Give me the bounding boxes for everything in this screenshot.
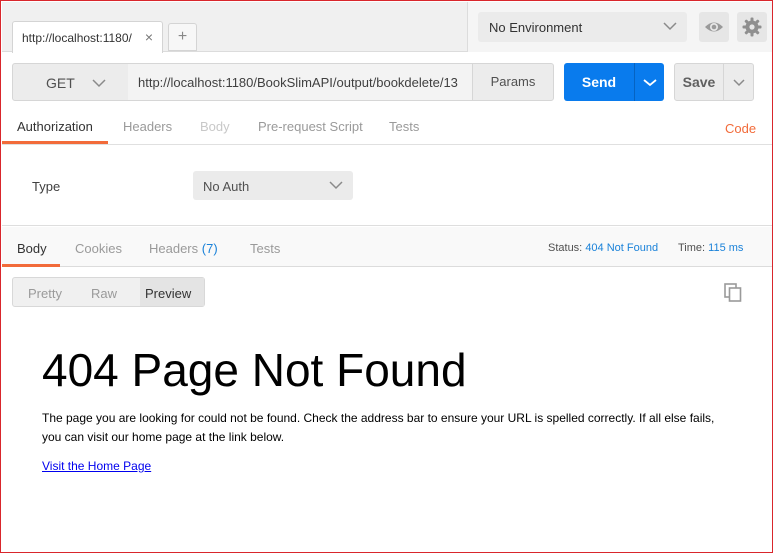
- tab-authorization[interactable]: Authorization: [17, 119, 93, 134]
- request-tabs: Authorization Headers Body Pre-request S…: [2, 109, 772, 145]
- tab-response-tests[interactable]: Tests: [250, 241, 280, 256]
- tab-bar: http://localhost:1180/ × + No Environmen…: [2, 2, 772, 53]
- request-tab[interactable]: http://localhost:1180/ ×: [12, 21, 163, 53]
- save-button[interactable]: Save: [674, 63, 724, 101]
- status-value: 404 Not Found: [585, 242, 659, 254]
- tab-pre-request-script[interactable]: Pre-request Script: [258, 119, 363, 134]
- gear-icon: [742, 17, 762, 37]
- view-mode-toggle: Pretty Raw Preview: [12, 277, 205, 307]
- close-icon[interactable]: ×: [145, 29, 153, 45]
- manage-environments-button[interactable]: [737, 12, 767, 42]
- active-response-tab-indicator: [2, 264, 60, 267]
- tab-response-body[interactable]: Body: [17, 241, 47, 256]
- response-headers-count: (7): [201, 241, 218, 256]
- app-window: http://localhost:1180/ × + No Environmen…: [0, 0, 773, 553]
- chevron-down-icon: [329, 181, 343, 190]
- copy-icon[interactable]: [724, 283, 743, 302]
- home-page-link[interactable]: Visit the Home Page: [42, 459, 151, 473]
- method-select[interactable]: GET: [12, 63, 129, 101]
- send-options-button[interactable]: [634, 63, 664, 101]
- eye-icon: [705, 22, 723, 32]
- code-link[interactable]: Code: [725, 121, 756, 136]
- status-label: Status:: [548, 242, 583, 254]
- response-tabs: Body Cookies Headers (7) Tests Status: 4…: [2, 227, 772, 267]
- save-options-button[interactable]: [723, 63, 754, 101]
- chevron-down-icon: [733, 79, 745, 87]
- url-input[interactable]: [128, 63, 472, 101]
- error-heading: 404 Page Not Found: [42, 344, 467, 396]
- view-pretty-button[interactable]: Pretty: [28, 286, 62, 301]
- response-headers-label: Headers: [149, 241, 199, 256]
- view-raw-button[interactable]: Raw: [91, 286, 117, 301]
- environment-quick-look-button[interactable]: [699, 12, 729, 42]
- time-value: 115 ms: [708, 242, 744, 254]
- response-preview: 404 Page Not Found The page you are look…: [42, 339, 742, 473]
- request-tab-label: http://localhost:1180/: [22, 31, 132, 45]
- environment-select[interactable]: No Environment: [478, 12, 687, 42]
- environment-select-label: No Environment: [489, 20, 583, 35]
- tab-response-cookies[interactable]: Cookies: [75, 241, 122, 256]
- time-readout: Time: 115 ms: [678, 242, 743, 254]
- chevron-down-icon: [663, 22, 677, 31]
- environment-area: No Environment: [467, 2, 772, 52]
- error-message: The page you are looking for could not b…: [42, 411, 715, 444]
- tab-body[interactable]: Body: [200, 119, 230, 134]
- time-label: Time:: [678, 242, 706, 254]
- auth-type-value: No Auth: [203, 179, 250, 194]
- active-tab-indicator: [2, 141, 108, 144]
- status-readout: Status: 404 Not Found: [548, 242, 658, 254]
- chevron-down-icon: [643, 79, 657, 87]
- auth-type-label: Type: [32, 179, 61, 194]
- auth-type-select[interactable]: No Auth: [193, 171, 353, 200]
- params-button[interactable]: Params: [472, 63, 554, 101]
- tab-headers[interactable]: Headers: [123, 119, 172, 134]
- authorization-panel: Type No Auth: [2, 145, 772, 226]
- new-tab-button[interactable]: +: [168, 23, 197, 51]
- method-label: GET: [46, 75, 75, 91]
- view-preview-button[interactable]: Preview: [145, 286, 191, 301]
- send-button[interactable]: Send: [564, 63, 634, 101]
- chevron-down-icon: [92, 79, 106, 88]
- tab-tests[interactable]: Tests: [389, 119, 419, 134]
- tab-response-headers[interactable]: Headers (7): [149, 241, 218, 256]
